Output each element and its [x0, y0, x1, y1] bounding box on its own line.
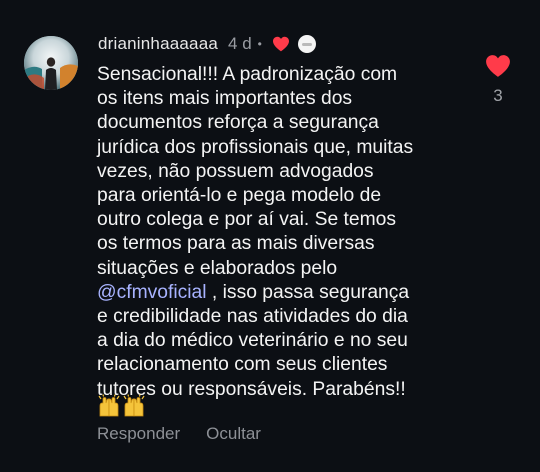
- comment-text: Sensacional!!! A padronização com os ite…: [97, 63, 469, 402]
- comment-text-before: Sensacional!!! A padronização com os ite…: [97, 64, 414, 279]
- creator-avatar: [297, 35, 316, 53]
- raising-hands-icon: [98, 394, 120, 417]
- mention-link[interactable]: @cfmvoficial: [97, 282, 207, 303]
- hide-button[interactable]: Ocultar: [206, 424, 261, 444]
- heart-icon: [486, 55, 510, 77]
- separator-dot: •: [257, 37, 262, 51]
- avatar-photo: [24, 36, 78, 90]
- like-count: 3: [493, 86, 503, 105]
- comment-header: drianinhaaaaaa 4 d •: [98, 33, 316, 55]
- comment-actions: Responder Ocultar: [97, 424, 261, 444]
- user-avatar[interactable]: [24, 36, 78, 90]
- username[interactable]: drianinhaaaaaa: [98, 34, 218, 54]
- emoji-row: [97, 394, 146, 418]
- comment-time: 4 d: [228, 34, 252, 53]
- reply-button[interactable]: Responder: [97, 424, 180, 444]
- like-button[interactable]: [484, 54, 512, 83]
- comment-item: drianinhaaaaaa 4 d • Sensacional!!! A pa…: [0, 0, 540, 472]
- creator-liked-heart-icon: [272, 36, 290, 52]
- raising-hands-icon: [123, 394, 145, 417]
